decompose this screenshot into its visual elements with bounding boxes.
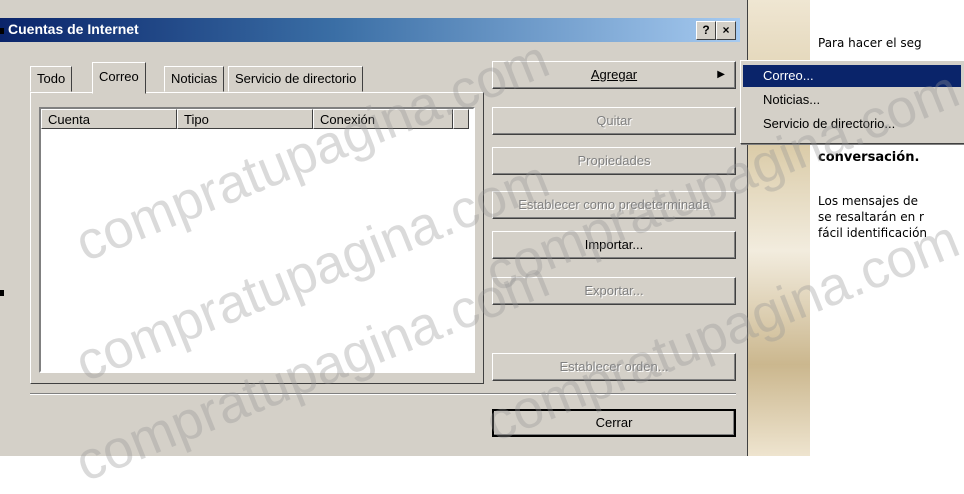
set-default-button-label: Establecer como predeterminada bbox=[518, 197, 710, 212]
add-button[interactable]: Agregar ▶ bbox=[492, 61, 736, 89]
column-filler bbox=[453, 109, 469, 129]
window-edge-mark bbox=[0, 290, 4, 296]
tab-noticias[interactable]: Noticias bbox=[164, 66, 225, 92]
properties-button-label: Propiedades bbox=[577, 153, 651, 168]
tab-todo[interactable]: Todo bbox=[30, 66, 73, 92]
set-default-button[interactable]: Establecer como predeterminada bbox=[492, 191, 736, 219]
set-order-button-label: Establecer orden... bbox=[559, 359, 669, 374]
import-button-label: Importar... bbox=[584, 237, 644, 252]
remove-button[interactable]: Quitar bbox=[492, 107, 736, 135]
export-button-label: Exportar... bbox=[584, 283, 644, 298]
submenu-arrow-icon: ▶ bbox=[717, 69, 725, 80]
add-submenu: Correo... Noticias... Servicio de direct… bbox=[740, 60, 964, 144]
menu-item-correo[interactable]: Correo... bbox=[743, 65, 961, 87]
menu-item-noticias[interactable]: Noticias... bbox=[743, 89, 961, 111]
import-button[interactable]: Importar... bbox=[492, 231, 736, 259]
close-button-label: Cerrar bbox=[595, 415, 633, 430]
window-edge-mark bbox=[0, 28, 4, 34]
info-text-line: conversación. bbox=[818, 150, 920, 165]
tab-correo[interactable]: Correo bbox=[92, 62, 146, 94]
close-icon[interactable]: × bbox=[716, 21, 736, 40]
menu-item-servicio-directorio[interactable]: Servicio de directorio... bbox=[743, 113, 961, 135]
info-text-line: Para hacer el seg bbox=[818, 36, 922, 50]
column-conexion[interactable]: Conexión bbox=[313, 109, 453, 129]
info-text-line: se resaltarán en r bbox=[818, 210, 924, 224]
tab-servicio-directorio[interactable]: Servicio de directorio bbox=[228, 66, 364, 92]
title-bar[interactable]: Cuentas de Internet ? × bbox=[0, 18, 740, 42]
properties-button[interactable]: Propiedades bbox=[492, 147, 736, 175]
tab-panel: Cuenta Tipo Conexión bbox=[30, 92, 484, 384]
remove-button-label: Quitar bbox=[596, 113, 632, 128]
divider bbox=[30, 393, 736, 395]
internet-accounts-dialog: Cuentas de Internet ? × Todo Correo Noti… bbox=[0, 0, 748, 456]
export-button[interactable]: Exportar... bbox=[492, 277, 736, 305]
info-text-line: fácil identificación bbox=[818, 226, 928, 240]
column-cuenta[interactable]: Cuenta bbox=[41, 109, 177, 129]
accounts-list[interactable]: Cuenta Tipo Conexión bbox=[39, 107, 475, 373]
close-button[interactable]: Cerrar bbox=[492, 409, 736, 437]
set-order-button[interactable]: Establecer orden... bbox=[492, 353, 736, 381]
list-header: Cuenta Tipo Conexión bbox=[41, 109, 473, 131]
help-button[interactable]: ? bbox=[696, 21, 716, 40]
info-text-line: Los mensajes de bbox=[818, 194, 918, 208]
add-button-label: Agregar bbox=[590, 67, 638, 82]
column-tipo[interactable]: Tipo bbox=[177, 109, 313, 129]
dialog-title: Cuentas de Internet bbox=[8, 21, 139, 37]
